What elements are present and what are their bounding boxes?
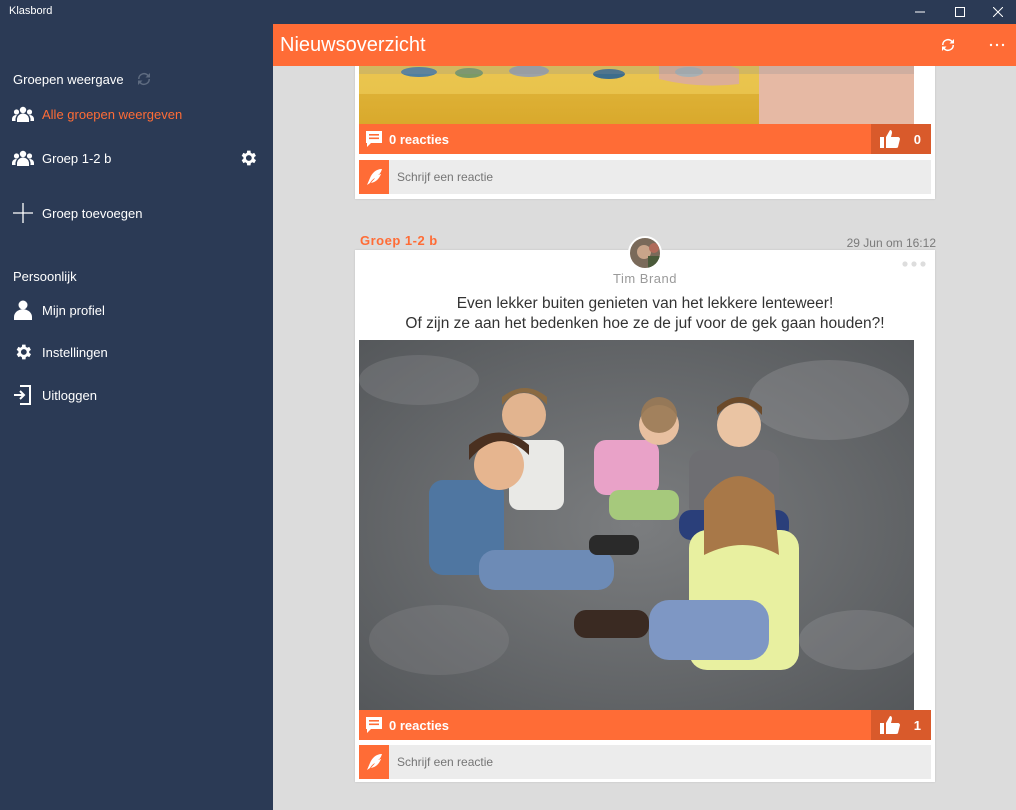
- groups-icon: [12, 147, 34, 169]
- comment-icon[interactable]: [365, 716, 383, 737]
- plus-icon: [12, 202, 34, 224]
- avatar[interactable]: [628, 236, 662, 270]
- sidebar-item-my-profile[interactable]: Mijn profiel: [0, 293, 273, 327]
- like-count: 0: [913, 132, 921, 147]
- gear-icon: [12, 341, 34, 363]
- post-author[interactable]: Tim Brand: [355, 271, 935, 286]
- page-title: Nieuwsoverzicht: [280, 34, 426, 56]
- post-text-line: Of zijn ze aan het bedenken hoe ze de ju…: [405, 315, 885, 332]
- minimize-icon: [915, 11, 925, 13]
- sidebar-item-label: Alle groepen weergeven: [42, 106, 183, 122]
- pen-icon: [359, 745, 389, 779]
- window-title: Klasbord: [9, 5, 53, 17]
- sidebar-item-label: Uitloggen: [42, 387, 97, 403]
- pen-icon: [359, 160, 389, 194]
- maximize-button[interactable]: [940, 0, 980, 24]
- sidebar-item-groep-1-2-b[interactable]: Groep 1-2 b: [0, 141, 273, 175]
- comment-input[interactable]: [397, 755, 917, 769]
- page-header: Nieuwsoverzicht: [273, 24, 1016, 66]
- thumbs-up-icon: [880, 716, 900, 737]
- sidebar-item-all-groups[interactable]: Alle groepen weergeven: [0, 97, 273, 131]
- sidebar-item-label: Groep toevoegen: [42, 205, 143, 221]
- reactions-count[interactable]: 0 reacties: [389, 132, 449, 147]
- post-date: 29 Jun om 16:12: [846, 236, 936, 250]
- comment-box: [359, 160, 931, 194]
- reactions-bar: 0 reacties 1: [359, 710, 931, 740]
- maximize-icon: [955, 7, 965, 17]
- comment-icon[interactable]: [365, 130, 383, 151]
- logout-icon: [12, 384, 34, 406]
- post-card: Tim Brand Even lekker buiten genieten va…: [355, 236, 935, 782]
- groups-icon: [12, 103, 34, 125]
- sidebar-item-label: Mijn profiel: [42, 302, 105, 318]
- window-title-bar: Klasbord: [0, 0, 1016, 24]
- sidebar-item-add-group[interactable]: Groep toevoegen: [0, 196, 273, 230]
- sidebar-item-settings[interactable]: Instellingen: [0, 335, 273, 369]
- more-icon: [989, 43, 1005, 47]
- group-settings-gear-icon[interactable]: [238, 148, 258, 171]
- refresh-button[interactable]: [936, 33, 960, 57]
- close-icon: [993, 7, 1003, 17]
- minimize-button[interactable]: [900, 0, 940, 24]
- post-text: Even lekker buiten genieten van het lekk…: [355, 294, 935, 334]
- close-button[interactable]: [978, 0, 1016, 24]
- sidebar: Groepen weergave Alle groepen weergeven …: [0, 24, 273, 810]
- groups-heading: Groepen weergave: [13, 70, 153, 91]
- post-text-line: Even lekker buiten genieten van het lekk…: [456, 295, 834, 312]
- thumbs-up-icon: [880, 130, 900, 151]
- user-icon: [12, 299, 34, 321]
- post-options-icon[interactable]: [901, 255, 927, 267]
- sidebar-item-label: Instellingen: [42, 344, 108, 360]
- news-feed: Nieuwsoverzicht 0 reacties 0 Schrijf een…: [273, 24, 1016, 810]
- reactions-count[interactable]: 0 reacties: [389, 718, 449, 733]
- more-options-button[interactable]: [985, 33, 1009, 57]
- comment-input[interactable]: [397, 170, 917, 184]
- post-group-label[interactable]: Groep 1-2 b: [360, 233, 438, 248]
- post-photo[interactable]: [359, 340, 914, 710]
- reactions-bar: 0 reacties 0: [359, 124, 931, 154]
- comment-box: [359, 745, 931, 779]
- sidebar-item-logout[interactable]: Uitloggen: [0, 378, 273, 412]
- refresh-icon[interactable]: [135, 70, 153, 91]
- like-button[interactable]: 0: [871, 124, 931, 154]
- refresh-icon: [942, 39, 954, 51]
- personal-heading: Persoonlijk: [13, 269, 77, 284]
- sidebar-item-label: Groep 1-2 b: [42, 150, 112, 166]
- like-count: 1: [913, 718, 921, 733]
- like-button[interactable]: 1: [871, 710, 931, 740]
